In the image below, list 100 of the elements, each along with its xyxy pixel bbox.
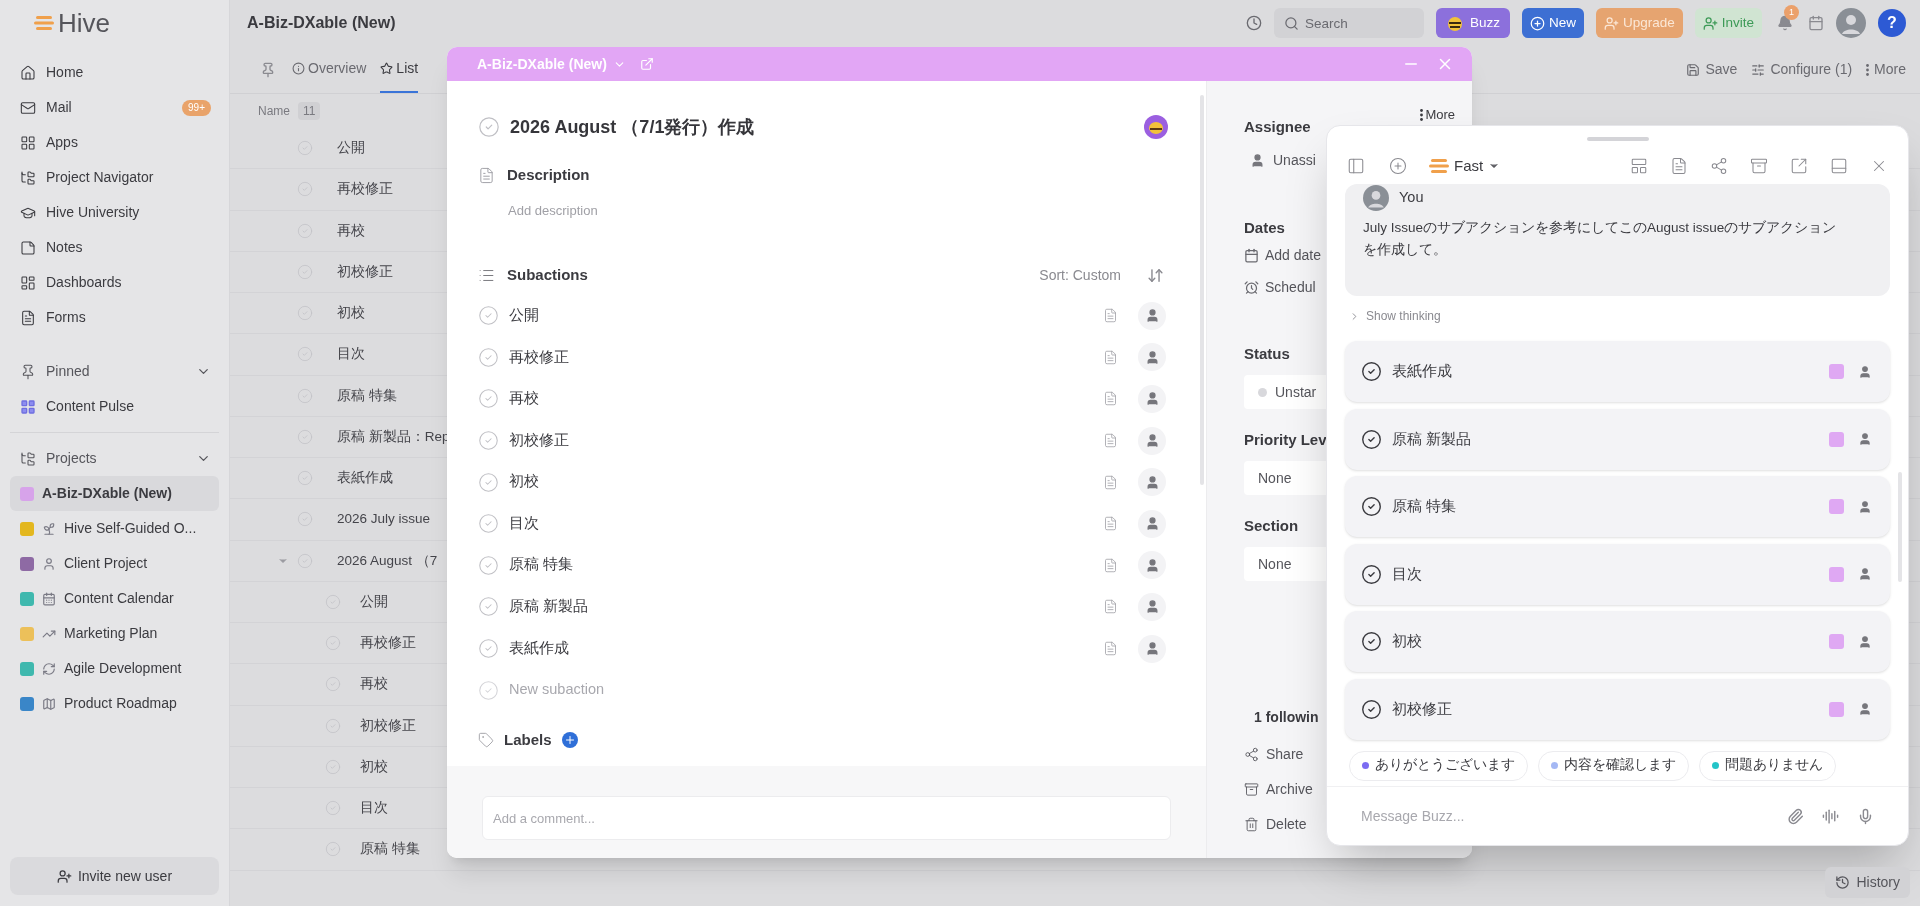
panel-icon[interactable] xyxy=(1830,157,1848,175)
pinned-item[interactable]: Content Pulse xyxy=(10,389,219,424)
row-name[interactable]: 目次 xyxy=(337,344,365,365)
document-icon[interactable] xyxy=(1103,349,1118,365)
row-name[interactable]: 初校修正 xyxy=(360,715,416,736)
row-name[interactable]: 初校修正 xyxy=(337,261,393,282)
project-item[interactable]: Agile Development xyxy=(10,651,219,686)
bell-icon[interactable] xyxy=(1777,15,1793,31)
check-circle-icon[interactable] xyxy=(1361,361,1382,382)
nav-item[interactable]: Dashboards xyxy=(10,265,219,300)
buzz-button[interactable]: Buzz xyxy=(1435,8,1510,38)
sort-dropdown[interactable]: Sort: Custom xyxy=(1039,264,1121,286)
assignee-button[interactable] xyxy=(1138,426,1166,455)
toolbar-button[interactable]: More xyxy=(1866,59,1906,80)
task-title[interactable]: 2026 August （7/1発行）作成 xyxy=(510,113,755,141)
new-button[interactable]: New xyxy=(1521,8,1584,38)
nav-item[interactable]: Hive University xyxy=(10,195,219,230)
add-label-button[interactable] xyxy=(561,731,578,748)
document-icon[interactable] xyxy=(1103,474,1118,490)
person-icon[interactable] xyxy=(1858,432,1872,446)
row-name[interactable]: 2026 July issue xyxy=(337,509,431,530)
project-item[interactable]: A-Biz-DXable (New) xyxy=(10,476,219,511)
subaction-name[interactable]: 原稿 新製品 xyxy=(509,596,589,618)
row-name[interactable]: 再校修正 xyxy=(337,179,393,200)
check-circle-icon[interactable] xyxy=(478,513,499,535)
row-name[interactable]: 2026 August （7 xyxy=(337,550,438,571)
check-circle-icon[interactable] xyxy=(478,638,499,660)
check-circle-icon[interactable] xyxy=(1361,631,1382,652)
check-circle-icon[interactable] xyxy=(478,554,499,576)
nav-item[interactable]: Forms xyxy=(10,300,219,335)
project-item[interactable]: Marketing Plan xyxy=(10,616,219,651)
check-circle-icon[interactable] xyxy=(478,471,499,493)
sort-icon[interactable] xyxy=(1147,266,1164,284)
nav-item[interactable]: Project Navigator xyxy=(10,160,219,195)
subaction-name[interactable]: 初校 xyxy=(509,471,539,494)
row-name[interactable]: 初校 xyxy=(337,303,365,324)
document-icon[interactable] xyxy=(1103,433,1118,449)
check-circle-icon[interactable] xyxy=(478,596,499,618)
date-link[interactable]: Schedul xyxy=(1265,276,1316,298)
row-name[interactable]: 公開 xyxy=(360,591,388,612)
task-card[interactable]: 原稿 特集 xyxy=(1345,476,1890,537)
document-icon[interactable] xyxy=(1103,391,1118,407)
assignee-button[interactable] xyxy=(1138,509,1166,538)
invite-user-button[interactable]: Invite new user xyxy=(10,857,219,895)
assignee-button[interactable] xyxy=(1138,385,1166,413)
history-button[interactable]: History xyxy=(1825,867,1910,898)
view-tab[interactable]: Overview xyxy=(292,46,367,93)
archive-icon[interactable] xyxy=(1750,157,1768,175)
select-field[interactable]: Unstar xyxy=(1244,375,1326,409)
help-button[interactable]: ? xyxy=(1878,9,1906,37)
row-name[interactable]: 目次 xyxy=(360,798,388,819)
document-icon[interactable] xyxy=(1103,308,1118,324)
project-item[interactable]: Content Calendar xyxy=(10,581,219,616)
project-item[interactable]: Client Project xyxy=(10,546,219,581)
row-name[interactable]: 表紙作成 xyxy=(337,468,393,489)
subaction-name[interactable]: 表紙作成 xyxy=(509,637,569,660)
action-link[interactable]: Share xyxy=(1244,744,1304,764)
show-thinking-toggle[interactable]: Show thinking xyxy=(1349,307,1441,325)
assignee-button[interactable] xyxy=(1138,592,1166,621)
drag-handle[interactable] xyxy=(1586,137,1649,141)
task-card[interactable]: 表紙作成 xyxy=(1345,341,1890,402)
person-icon[interactable] xyxy=(1858,499,1872,514)
person-icon[interactable] xyxy=(1858,634,1872,649)
row-name[interactable]: 初校 xyxy=(360,756,388,777)
subaction-name[interactable]: 初校修正 xyxy=(509,429,569,452)
model-dropdown[interactable]: Fast xyxy=(1429,154,1501,178)
layout-icon[interactable] xyxy=(1630,157,1648,175)
task-card[interactable]: 初校 xyxy=(1345,611,1890,672)
check-circle-icon[interactable] xyxy=(478,346,499,368)
row-name[interactable]: 再校 xyxy=(337,220,365,241)
audio-wave-icon[interactable] xyxy=(1822,807,1839,825)
row-name[interactable]: 公開 xyxy=(337,138,365,159)
task-card[interactable]: 目次 xyxy=(1345,543,1890,605)
row-name[interactable]: 原稿 特集 xyxy=(337,385,397,406)
person-icon[interactable] xyxy=(1858,702,1872,716)
assignee-button[interactable] xyxy=(1138,468,1166,497)
external-link-icon[interactable] xyxy=(1790,157,1808,175)
toolbar-button[interactable]: Save xyxy=(1686,59,1738,80)
document-icon[interactable] xyxy=(1103,516,1118,532)
subaction-name[interactable]: 目次 xyxy=(509,512,539,535)
calendar-icon[interactable] xyxy=(1808,15,1824,31)
subaction-name[interactable]: 原稿 特集 xyxy=(509,554,574,577)
document-icon[interactable] xyxy=(1103,641,1118,657)
pin-icon[interactable] xyxy=(260,61,276,78)
history-icon[interactable] xyxy=(1245,15,1262,31)
external-link-icon[interactable] xyxy=(639,57,654,71)
assignee-button[interactable] xyxy=(1138,301,1166,330)
project-item[interactable]: Product Roadmap xyxy=(10,686,219,721)
subaction-name[interactable]: 再校 xyxy=(509,388,539,410)
person-icon[interactable] xyxy=(1858,567,1872,581)
check-circle-icon[interactable] xyxy=(478,305,499,327)
action-link[interactable]: Delete xyxy=(1244,814,1307,834)
check-circle-icon[interactable] xyxy=(478,430,499,452)
person-icon[interactable] xyxy=(1858,364,1872,379)
view-tab[interactable]: List xyxy=(380,46,419,93)
share-icon[interactable] xyxy=(1710,157,1728,175)
document-icon[interactable] xyxy=(1103,599,1118,615)
document-icon[interactable] xyxy=(1670,157,1688,175)
section-header[interactable]: Projects xyxy=(10,441,219,476)
nav-item[interactable]: Home xyxy=(10,55,219,90)
